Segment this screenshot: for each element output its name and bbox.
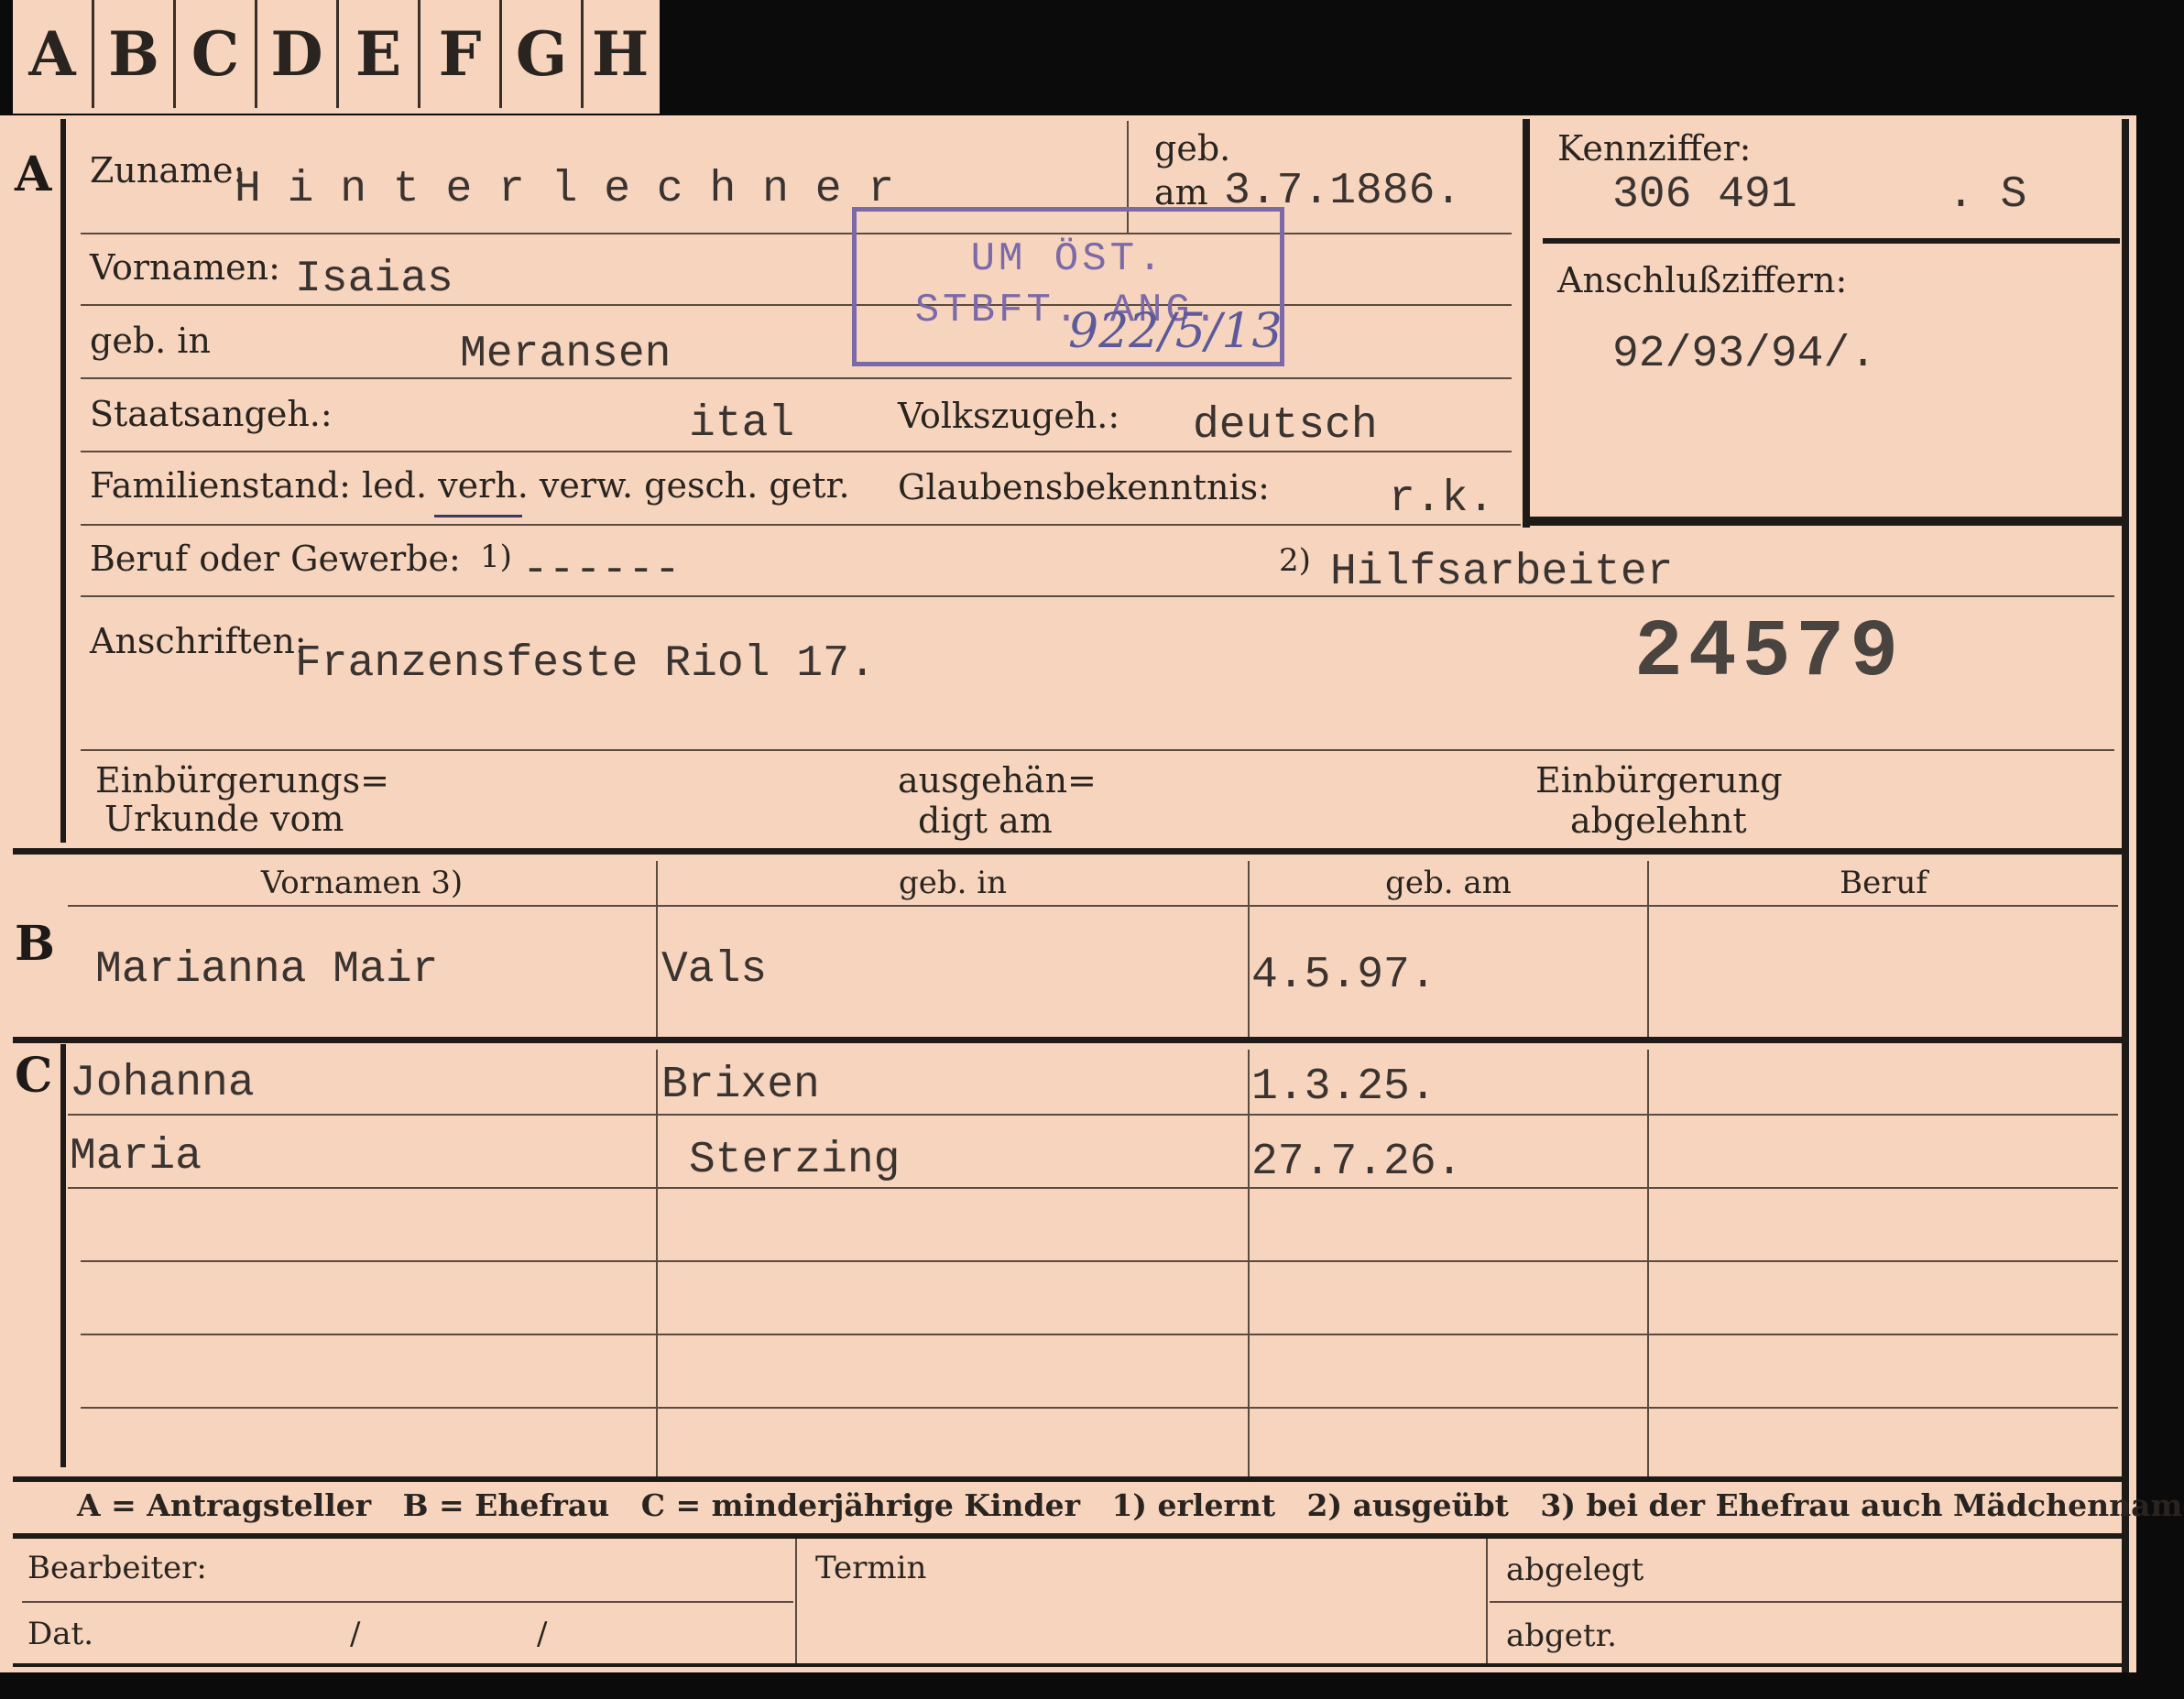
file-number: 24579 (1634, 608, 1905, 699)
anschriften-label: Anschriften: (90, 621, 307, 661)
kennziffer-value: 306 491 (1612, 170, 1797, 220)
footer-mid-line-1 (22, 1601, 793, 1603)
tab-f[interactable]: F (420, 0, 502, 108)
volk-value: deutsch (1193, 401, 1378, 451)
b-vornamen-value: Marianna Mair (95, 945, 439, 995)
section-c-label: C (15, 1048, 53, 1104)
geb-in-label: geb. in (90, 321, 211, 361)
c-row2-geb-am: 27.7.26. (1251, 1138, 1463, 1187)
zuname-label: Zuname: (90, 150, 246, 191)
abgelehnt-label-1: Einbürgerung (1535, 760, 1783, 800)
geb-in-value: Meransen (460, 330, 672, 379)
termin-label: Termin (815, 1550, 927, 1586)
legend: A = Antragsteller B = Ehefrau C = minder… (77, 1487, 2184, 1523)
line-staat (81, 451, 1512, 452)
footer-mid-line-2 (1490, 1601, 2122, 1603)
left-margin-rule (60, 119, 66, 843)
kennziffer-suffix: . S (1948, 170, 2027, 220)
section-b-bottom-bar (13, 1037, 2124, 1043)
ausgehaendigt-label-2: digt am (918, 800, 1053, 841)
kennziffer-label: Kennziffer: (1557, 128, 1752, 169)
b-header-geb-in: geb. in (898, 865, 1008, 901)
glauben-value: r.k. (1389, 474, 1495, 524)
section-c-bottom-bar (13, 1476, 2124, 1482)
anschluss-value: 92/93/94/. (1612, 330, 1877, 379)
staat-value: ital (689, 399, 795, 449)
anschluss-label: Anschlußziffern: (1557, 260, 1848, 300)
abgelegt-label: abgelegt (1506, 1552, 1644, 1588)
line-geb-in (81, 377, 1512, 379)
vornamen-label: Vornamen: (90, 247, 280, 288)
c-row1-vorname: Johanna (70, 1059, 255, 1108)
b-header-line (68, 905, 2118, 907)
dat-label: Dat. (27, 1616, 94, 1652)
zuname-value: H i n t e r l e c h n e r (235, 165, 895, 214)
line-anschrift (81, 749, 2114, 751)
glauben-label: Glaubensbekenntnis: (898, 467, 1270, 507)
tab-d[interactable]: D (257, 0, 339, 108)
tab-a[interactable]: A (13, 0, 94, 108)
section-a-bottom-bar (13, 848, 2124, 855)
kennziffer-box-bottom (1523, 517, 2124, 526)
c-row-line-3 (81, 1260, 2118, 1262)
line-vornamen (81, 304, 1512, 306)
tab-c[interactable]: C (176, 0, 257, 108)
geb-label: geb. (1154, 128, 1231, 169)
c-row-line-5 (81, 1407, 2118, 1409)
line-familie (81, 524, 1521, 526)
vornamen-value: Isaias (295, 255, 453, 304)
footer-col-1 (795, 1539, 797, 1663)
c-row2-vorname: Maria (70, 1132, 202, 1182)
bearbeiter-label: Bearbeiter: (27, 1550, 207, 1586)
dat-slash-1: / (350, 1616, 361, 1652)
section-b-label: B (15, 916, 55, 972)
beruf-label: Beruf oder Gewerbe: (90, 539, 461, 579)
c-row1-geb-am: 1.3.25. (1251, 1062, 1436, 1112)
ausgehaendigt-label-1: ausgehän= (898, 760, 1097, 800)
legend-bottom-bar (13, 1533, 2124, 1539)
beruf-note-2: 2) (1279, 542, 1311, 579)
dat-slash-2: / (537, 1616, 548, 1652)
b-geb-in-value: Vals (661, 945, 768, 995)
tab-g[interactable]: G (502, 0, 584, 108)
stamp-line-1: UM ÖST. (970, 236, 1166, 282)
tab-e[interactable]: E (339, 0, 420, 108)
line-beruf (81, 595, 2114, 597)
urkunde-label-2: Urkunde vom (104, 799, 344, 839)
b-header-geb-am: geb. am (1385, 865, 1512, 901)
tab-b[interactable]: B (94, 0, 176, 108)
staat-label: Staatsangeh.: (90, 394, 333, 434)
left-margin-rule-c (60, 1044, 66, 1467)
card-right-edge (2122, 119, 2129, 1672)
verh-underline (434, 515, 522, 517)
urkunde-label-1: Einbürgerungs= (95, 760, 389, 800)
c-row-line-2 (68, 1187, 2118, 1189)
beruf-value-2: Hilfsarbeiter (1330, 548, 1674, 597)
c-row-line-1 (68, 1114, 2118, 1116)
abgelehnt-label-2: abgelehnt (1570, 800, 1747, 841)
c-row1-geb-in: Brixen (661, 1061, 820, 1110)
abgetr-label: abgetr. (1506, 1617, 1617, 1654)
line-zuname (81, 233, 1512, 234)
stamp-handwritten: 922/5/13 (1068, 304, 1283, 359)
b-header-beruf: Beruf (1840, 865, 1927, 901)
kennziffer-box-left (1523, 119, 1530, 528)
anschriften-value: Franzensfeste Riol 17. (295, 639, 876, 689)
beruf-value-1: ------ (522, 546, 681, 595)
letter-tabs: A B C D E F G H (13, 0, 660, 114)
section-a-label: A (15, 147, 52, 202)
b-header-vornamen: Vornamen 3) (260, 865, 464, 901)
volk-label: Volkszugeh.: (898, 396, 1120, 436)
footer-col-2 (1486, 1539, 1488, 1663)
familienstand-label: Familienstand: led. verh. verw. gesch. g… (90, 465, 850, 506)
card-bottom-edge (13, 1663, 2129, 1667)
c-row-line-4 (81, 1334, 2118, 1335)
c-row2-geb-in: Sterzing (689, 1136, 901, 1185)
beruf-note-1: 1) (480, 539, 512, 575)
b-geb-am-value: 4.5.97. (1251, 951, 1436, 1000)
kennziffer-divider (1543, 238, 2120, 244)
tab-h[interactable]: H (584, 0, 657, 108)
